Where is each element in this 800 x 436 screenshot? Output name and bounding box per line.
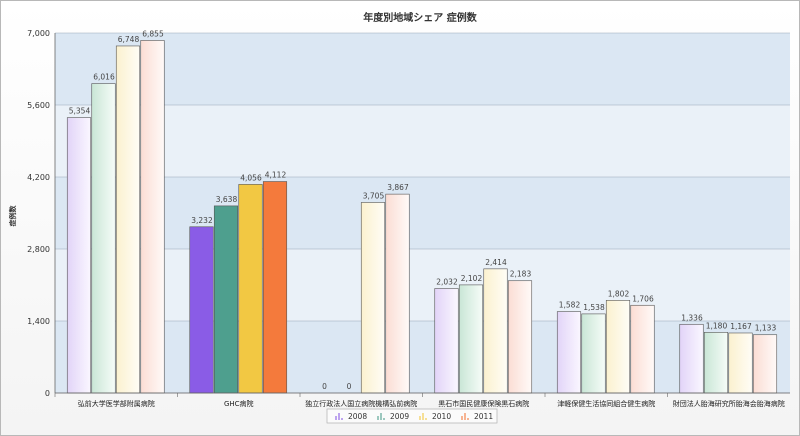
legend-item[interactable]: 2008 — [335, 412, 367, 421]
data-label: 3,705 — [363, 191, 385, 200]
bar[interactable] — [189, 226, 214, 394]
y-tick-label: 4,200 — [27, 173, 50, 182]
bar[interactable] — [507, 280, 533, 394]
bar[interactable] — [728, 332, 753, 394]
bar[interactable] — [483, 268, 508, 394]
data-label: 2,183 — [510, 270, 532, 279]
data-label: 6,016 — [93, 73, 115, 82]
plot-band — [55, 177, 790, 249]
y-axis-label: 症例数 — [8, 205, 17, 227]
x-tick-label: 黒石市国民健康保険黒石病院 — [438, 399, 529, 408]
x-tick-label: 弘前大学医学部附属病院 — [78, 399, 155, 408]
bar[interactable] — [262, 181, 288, 394]
data-label: 1,802 — [608, 289, 630, 298]
x-tick-label: 財団法人胎海研究所胎海会胎海病院 — [673, 399, 785, 408]
bar[interactable] — [434, 288, 459, 394]
data-label: 6,748 — [118, 35, 140, 44]
bar-chart: 0 1,400 2,800 4,200 5,600 7,000 5,354 6,016 6,7… — [8, 11, 790, 424]
data-label: 1,180 — [706, 321, 728, 330]
plot-band — [55, 105, 790, 177]
legend-swatch-icon — [338, 413, 340, 420]
legend-label: 2008 — [348, 412, 367, 421]
data-label: 2,414 — [485, 258, 507, 267]
data-label: 1,706 — [632, 294, 654, 303]
legend-label: 2011 — [474, 412, 493, 421]
plot-band — [55, 33, 790, 105]
y-tick-label: 0 — [45, 389, 50, 398]
data-label: 4,112 — [265, 171, 287, 180]
legend-label: 2010 — [432, 412, 451, 421]
bar[interactable] — [556, 311, 582, 394]
y-tick-label: 5,600 — [27, 101, 50, 110]
bar[interactable] — [140, 40, 165, 394]
legend-swatch-icon — [383, 418, 385, 420]
legend-swatch-icon — [335, 416, 337, 420]
y-tick-label: 2,800 — [27, 245, 50, 254]
x-tick-label: GHC病院 — [224, 399, 254, 408]
data-label: 0 — [322, 382, 327, 391]
legend-swatch-icon — [461, 416, 463, 420]
data-label: 1,538 — [583, 303, 605, 312]
data-label: 3,867 — [387, 183, 409, 192]
bar[interactable] — [458, 284, 484, 394]
chart-title: 年度別地域シェア 症例数 — [363, 11, 477, 24]
legend: 2008 2009 2010 2011 — [326, 408, 498, 424]
data-label: 1,336 — [681, 313, 703, 322]
bar[interactable] — [630, 304, 655, 394]
bar[interactable] — [66, 117, 92, 394]
bar[interactable] — [703, 332, 729, 394]
bar[interactable] — [752, 334, 778, 394]
legend-label: 2009 — [390, 412, 409, 421]
data-label: 1,167 — [730, 322, 752, 331]
bar[interactable] — [605, 300, 631, 394]
bar[interactable] — [679, 323, 704, 394]
y-tick-label: 7,000 — [27, 29, 50, 38]
data-label: 3,638 — [216, 195, 238, 204]
legend-swatch-icon — [425, 418, 427, 420]
data-label: 5,354 — [69, 107, 91, 116]
legend-swatch-icon — [464, 413, 466, 420]
legend-swatch-icon — [419, 416, 421, 420]
data-label: 2,102 — [461, 274, 483, 283]
legend-swatch-icon — [467, 418, 469, 420]
legend-item[interactable]: 2009 — [377, 412, 409, 421]
bar[interactable] — [385, 193, 410, 394]
data-label: 6,855 — [142, 29, 164, 38]
legend-swatch-icon — [380, 413, 382, 420]
legend-item[interactable]: 2011 — [461, 412, 493, 421]
bar[interactable] — [581, 313, 606, 394]
bar[interactable] — [115, 45, 141, 394]
y-tick-label: 1,400 — [27, 317, 50, 326]
bar[interactable] — [213, 205, 239, 394]
data-label: 1,582 — [559, 301, 581, 310]
x-tick-label: 津軽保健生活協同組合健生病院 — [557, 399, 655, 408]
legend-swatch-icon — [422, 413, 424, 420]
data-label: 4,056 — [240, 173, 262, 182]
x-tick-label: 独立行政法人国立病院機構弘前病院 — [305, 399, 417, 408]
data-label: 0 — [347, 382, 352, 391]
bar[interactable] — [91, 83, 116, 394]
data-label: 1,133 — [755, 324, 777, 333]
legend-item[interactable]: 2010 — [419, 412, 451, 421]
bar[interactable] — [238, 184, 263, 394]
legend-swatch-icon — [341, 418, 343, 420]
bar[interactable] — [360, 202, 386, 394]
plot-band — [55, 249, 790, 321]
data-label: 3,232 — [191, 216, 213, 225]
data-label: 2,032 — [436, 277, 458, 286]
legend-swatch-icon — [377, 416, 379, 420]
